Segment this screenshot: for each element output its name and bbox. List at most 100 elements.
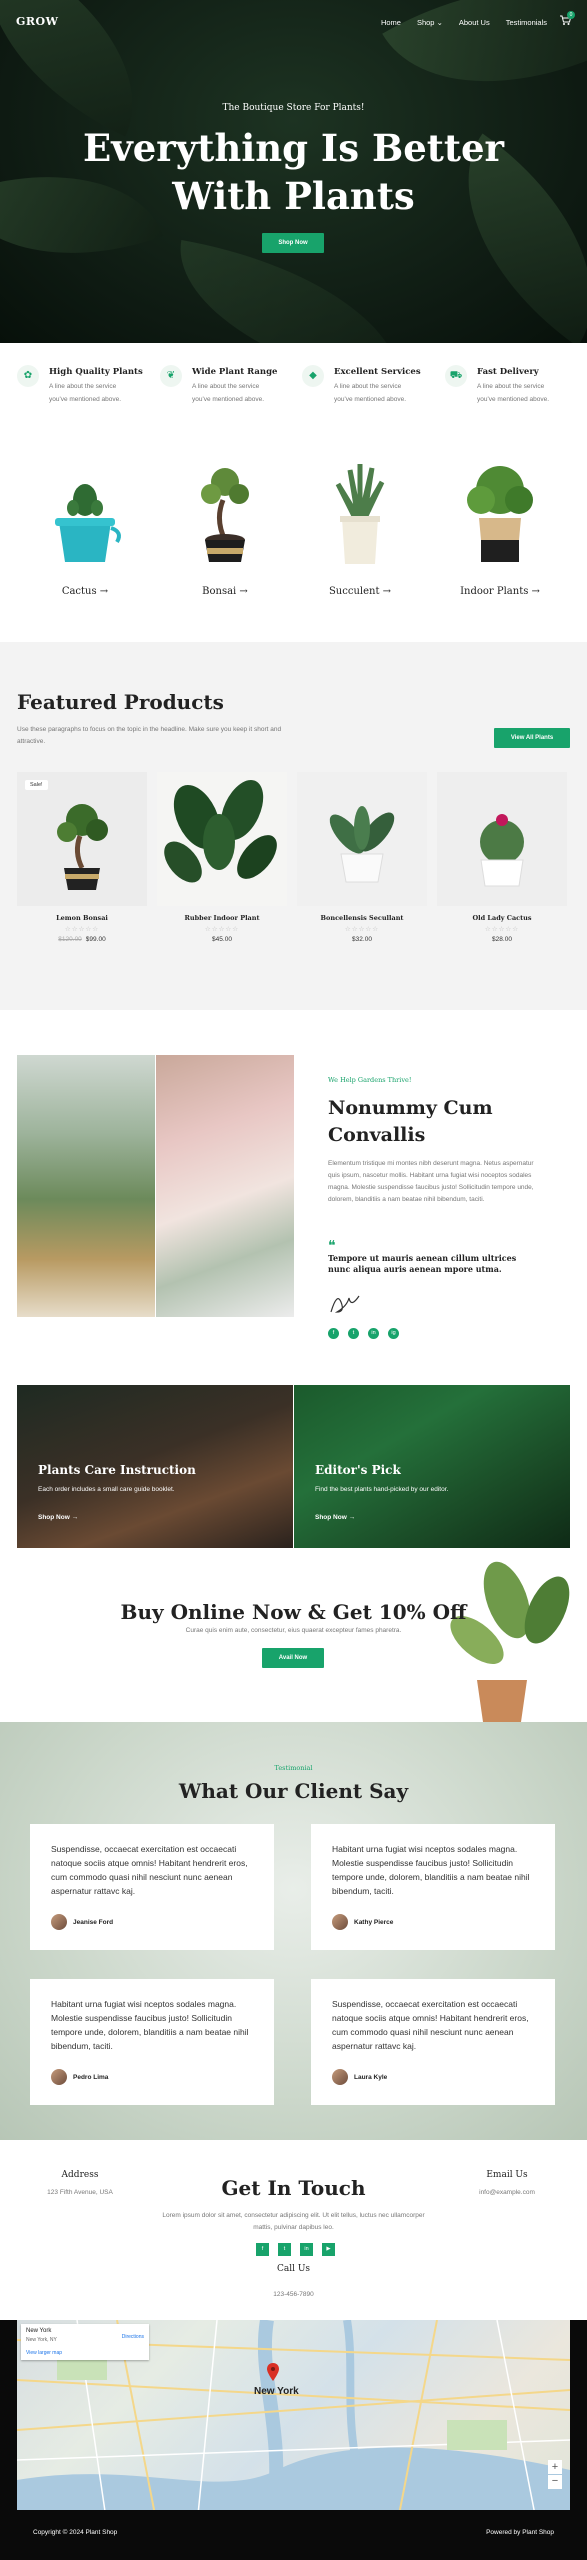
succulent-image xyxy=(335,464,385,564)
rating-stars: ☆☆☆☆☆ xyxy=(484,926,520,933)
chevron-down-icon: ⌄ xyxy=(436,18,443,27)
copyright-text: Copyright © 2024 Plant Shop xyxy=(33,2529,118,2536)
gardener-photo xyxy=(156,1055,294,1317)
zoom-in-button[interactable]: + xyxy=(548,2460,562,2474)
avail-now-button[interactable]: Avail Now xyxy=(262,1648,324,1668)
rubber-plant-illustration xyxy=(164,780,277,883)
view-all-plants-button[interactable]: View All Plants xyxy=(494,728,570,748)
nav-home[interactable]: Home xyxy=(381,18,401,27)
phone-number[interactable]: 123-456-7890 xyxy=(0,2291,587,2298)
directions-link[interactable]: Directions xyxy=(122,2334,144,2340)
twitter-icon[interactable]: t xyxy=(348,1328,359,1339)
nav-about[interactable]: About Us xyxy=(459,18,490,27)
testimonial-card: Suspendisse, occaecat exercitation est o… xyxy=(30,1824,274,1950)
hero-section: GROW Home Shop ⌄ About Us Testimonials 0… xyxy=(0,0,587,343)
discount-banner: Buy Online Now & Get 10% Off Curae quis … xyxy=(0,1560,587,1722)
features-row: ✿ High Quality Plants A line about the s… xyxy=(0,343,587,423)
discount-subtitle: Curae quis enim aute, consectetur, eius … xyxy=(185,1627,402,1634)
product-name[interactable]: Old Lady Cactus xyxy=(437,914,567,922)
rating-stars: ☆☆☆☆☆ xyxy=(204,926,240,933)
nav-testimonials[interactable]: Testimonials xyxy=(506,18,547,27)
promo-shop-link[interactable]: Shop Now → xyxy=(315,1514,355,1521)
current-price: $45.00 xyxy=(212,936,232,943)
promo-text: Find the best plants hand-picked by our … xyxy=(315,1486,449,1493)
greenhouse-photo xyxy=(17,1055,155,1317)
facebook-icon[interactable]: f xyxy=(256,2243,269,2256)
truck-icon: ⛟ xyxy=(445,365,467,387)
facebook-icon[interactable]: f xyxy=(328,1328,339,1339)
product-name[interactable]: Lemon Bonsai xyxy=(17,914,147,922)
linkedin-icon[interactable]: in xyxy=(300,2243,313,2256)
product-card[interactable]: Rubber Indoor Plant ☆☆☆☆☆ $45.00 xyxy=(157,772,287,943)
product-name[interactable]: Boncellensis Secullant xyxy=(297,914,427,922)
sale-badge: Sale! xyxy=(25,780,48,790)
promo-card-care[interactable]: Plants Care Instruction Each order inclu… xyxy=(17,1385,293,1548)
cart-button[interactable]: 0 xyxy=(559,11,575,26)
discount-title: Buy Online Now & Get 10% Off xyxy=(120,1600,467,1624)
nav-links: Home Shop ⌄ About Us Testimonials xyxy=(381,18,547,27)
map-info-card: New York New York, NY View larger map Di… xyxy=(21,2324,149,2360)
testimonial-text: Suspendisse, occaecat exercitation est o… xyxy=(332,1999,529,2051)
indoor-plant-image xyxy=(467,466,533,562)
email-block: Email Us info@example.com xyxy=(447,2170,567,2196)
map-city-label: New York xyxy=(254,2386,299,2397)
testimonial-text: Habitant urna fugiat wisi nceptos sodale… xyxy=(332,1844,530,1896)
bonsai-product-illustration xyxy=(57,804,108,890)
testimonial-card: Suspendisse, occaecat exercitation est o… xyxy=(311,1979,555,2105)
about-quote: Tempore ut mauris aenean cillum ultrices… xyxy=(328,1253,517,1274)
testimonial-author: Laura Kyle xyxy=(354,2074,388,2081)
about-eyebrow: We Help Gardens Thrive! xyxy=(328,1076,412,1084)
testimonial-card: Habitant urna fugiat wisi nceptos sodale… xyxy=(30,1979,274,2105)
category-succulent[interactable]: Succulent → xyxy=(300,450,420,600)
product-image[interactable]: Sale! xyxy=(17,772,147,906)
feature-text: A line about the service you've mentione… xyxy=(477,383,550,403)
product-card[interactable]: Boncellensis Secullant ☆☆☆☆☆ $32.00 xyxy=(297,772,427,943)
feature-title: High Quality Plants xyxy=(49,367,143,377)
view-larger-map-link[interactable]: View larger map xyxy=(26,2350,62,2356)
promo-card-editors-pick[interactable]: Editor's Pick Find the best plants hand-… xyxy=(294,1385,570,1548)
map-pin-icon[interactable] xyxy=(267,2363,279,2381)
feature-text: A line about the service you've mentione… xyxy=(334,383,407,403)
product-image[interactable] xyxy=(437,772,567,906)
old-price: $120.00 xyxy=(58,936,82,943)
youtube-icon[interactable]: ▶ xyxy=(322,2243,335,2256)
feature-title: Wide Plant Range xyxy=(192,367,278,377)
product-name[interactable]: Rubber Indoor Plant xyxy=(157,914,287,922)
leaf-decoration xyxy=(162,239,418,343)
instagram-icon[interactable]: ig xyxy=(388,1328,399,1339)
promo-title: Plants Care Instruction xyxy=(38,1463,196,1477)
powered-by-text: Powered by Plant Shop xyxy=(486,2529,554,2536)
shop-now-button[interactable]: Shop Now xyxy=(262,233,324,253)
avatar xyxy=(51,1914,67,1930)
promo-title: Editor's Pick xyxy=(315,1463,401,1477)
promo-shop-link[interactable]: Shop Now → xyxy=(38,1514,78,1521)
map-place-address: New York, NY xyxy=(26,2337,57,2343)
product-card[interactable]: Old Lady Cactus ☆☆☆☆☆ $28.00 xyxy=(437,772,567,943)
email-title: Email Us xyxy=(486,2170,528,2180)
main-nav: GROW Home Shop ⌄ About Us Testimonials 0 xyxy=(16,11,575,30)
category-indoor-plants[interactable]: Indoor Plants → xyxy=(440,450,560,600)
embedded-map[interactable]: New York New York, NY View larger map Di… xyxy=(17,2320,570,2525)
site-logo[interactable]: GROW xyxy=(16,15,58,28)
twitter-icon[interactable]: t xyxy=(278,2243,291,2256)
product-image[interactable] xyxy=(157,772,287,906)
cactus-product-illustration xyxy=(480,814,524,887)
linkedin-icon[interactable]: in xyxy=(368,1328,379,1339)
email-value[interactable]: info@example.com xyxy=(447,2189,567,2196)
nav-shop[interactable]: Shop ⌄ xyxy=(417,18,443,27)
avatar xyxy=(51,2069,67,2085)
call-title: Call Us xyxy=(276,2264,311,2274)
about-title: Nonummy Cum Convallis xyxy=(328,1097,493,1146)
hero-title: Everything Is Better With Plants xyxy=(83,126,504,218)
testimonials-title: What Our Client Say xyxy=(178,1779,409,1803)
avatar xyxy=(332,2069,348,2085)
current-price: $32.00 xyxy=(352,936,372,943)
category-bonsai[interactable]: Bonsai → xyxy=(165,450,285,600)
feature-title: Excellent Services xyxy=(334,367,421,377)
product-card[interactable]: Sale! Lemon Bonsai ☆☆☆☆☆ $120.00 $99.00 xyxy=(17,772,147,943)
product-image[interactable] xyxy=(297,772,427,906)
zoom-out-button[interactable]: − xyxy=(548,2475,562,2489)
testimonial-author: Pedro Lima xyxy=(73,2074,109,2081)
category-cactus[interactable]: Cactus → xyxy=(25,450,145,600)
featured-products-section: Featured Products Use these paragraphs t… xyxy=(0,642,587,1010)
